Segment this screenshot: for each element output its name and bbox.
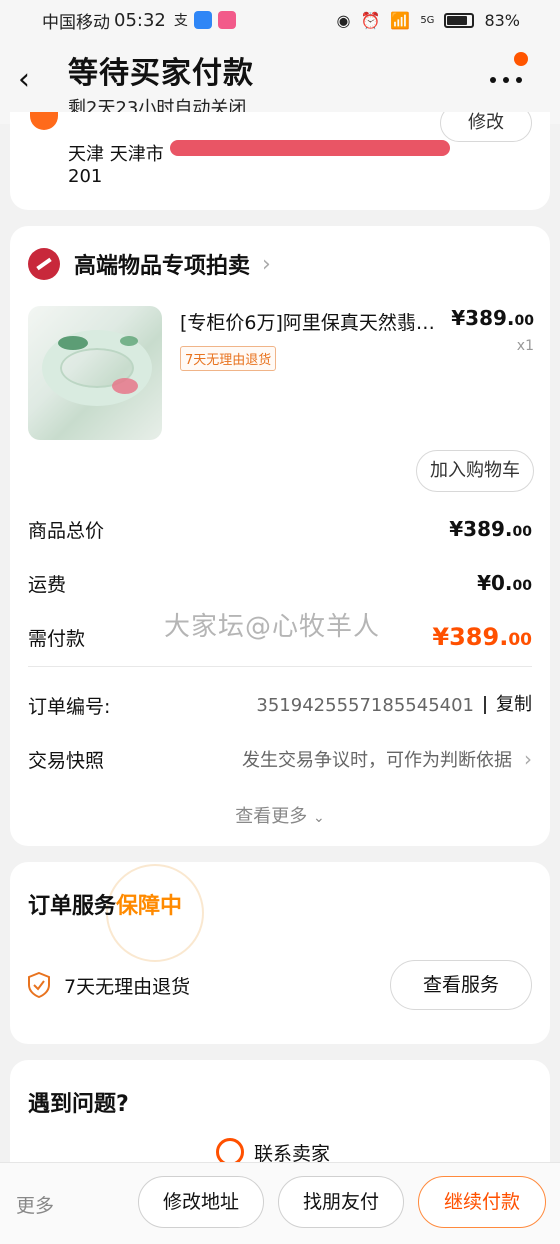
eye-icon: ◉ (336, 10, 351, 30)
chevron-right-icon: › (262, 251, 271, 277)
view-more-label: 查看更多 (235, 806, 308, 827)
view-more-button[interactable]: 查看更多 ⌄ (10, 802, 550, 828)
shop-header[interactable]: 高端物品专项拍卖 › (28, 248, 271, 280)
jade-fleck (112, 378, 138, 394)
product-quantity: x1 (516, 338, 534, 354)
shipping-decimal: 00 (512, 578, 532, 594)
address-line-2: 201 (68, 166, 103, 187)
amount-due-value: ¥389.00 (432, 623, 532, 651)
view-service-button[interactable]: 查看服务 (390, 960, 532, 1010)
shipping-label: 运费 (28, 573, 67, 596)
product-price: ¥389.00 (451, 306, 534, 330)
snapshot-row[interactable]: 交易快照 发生交易争议时，可作为判断依据 › (28, 744, 532, 774)
alarm-icon: ⏰ (360, 10, 381, 30)
address-line: 天津 天津市 (68, 144, 164, 165)
notification-icons: 支 (174, 10, 236, 30)
bottom-action-bar: 更多 修改地址 找朋友付 继续付款 (0, 1162, 560, 1244)
chevron-down-icon: ⌄ (313, 810, 325, 826)
subtotal-label: 商品总价 (28, 519, 105, 542)
divider (28, 666, 532, 667)
snapshot-hint: 发生交易争议时，可作为判断依据 (242, 750, 512, 771)
continue-payment-button[interactable]: 继续付款 (418, 1176, 546, 1228)
ask-friend-pay-button[interactable]: 找朋友付 (278, 1176, 404, 1228)
amount-due-row: 需付款 ¥389.00 (28, 622, 532, 652)
amount-due-label: 需付款 (28, 627, 86, 650)
order-number-label: 订单编号: (28, 695, 111, 718)
shipping-value: ¥0.00 (477, 571, 532, 595)
redaction-mark (170, 140, 450, 156)
address-card[interactable]: 修改 天津 天津市 201 (10, 112, 550, 210)
more-dot-icon (503, 77, 509, 83)
change-address-button[interactable]: 修改地址 (138, 1176, 264, 1228)
subtotal-row: 商品总价 ¥389.00 (28, 514, 532, 544)
service-item: 7天无理由退货 (64, 976, 191, 998)
app-notification-icon-2 (217, 11, 236, 29)
chevron-right-icon: › (524, 747, 532, 771)
shield-icon (28, 972, 50, 998)
more-dot-icon (516, 77, 522, 83)
carrier-label: 中国移动 (42, 12, 110, 33)
back-icon[interactable]: ‹ (18, 60, 50, 100)
edit-address-button[interactable]: 修改 (440, 112, 532, 142)
subtotal-decimal: 00 (512, 524, 532, 540)
order-number: 3519425557185545401 (256, 694, 474, 716)
jade-fleck (58, 336, 88, 350)
page-title: 等待买家付款 (68, 56, 254, 91)
battery-icon (444, 12, 475, 28)
order-service-card: 订单服务保障中 7天无理由退货 查看服务 (10, 862, 550, 1044)
order-number-row: 订单编号: 3519425557185545401 复制 (28, 690, 532, 720)
amount-due-main: ¥389. (432, 623, 509, 651)
shop-name: 高端物品专项拍卖 (74, 254, 251, 279)
price-decimal: 00 (514, 313, 534, 329)
shipping-main: ¥0. (477, 571, 513, 595)
alipay-icon: 支 (173, 13, 188, 29)
more-button[interactable]: 更多 (16, 1191, 54, 1218)
subtotal-value: ¥389.00 (449, 517, 532, 541)
return-policy-tag: 7天无理由退货 (180, 346, 277, 371)
order-card: 高端物品专项拍卖 › [专柜价6万]阿里保真天然翡翠手镯 7天无理由退货 ¥38… (10, 226, 550, 846)
network-label: 5G (420, 14, 435, 26)
service-status: 保障中 (116, 894, 183, 919)
notification-dot (514, 52, 528, 66)
service-title-text: 订单服务 (28, 894, 117, 919)
more-options-button[interactable] (490, 52, 530, 92)
help-title: 遇到问题? (28, 1092, 129, 1117)
location-icon (30, 112, 58, 130)
shop-logo-icon (28, 248, 60, 280)
battery-percent: 83% (484, 10, 520, 30)
snapshot-label: 交易快照 (28, 749, 105, 772)
status-bar: 中国移动 05:32 支 ◉ ⏰ 📶 5G 83% (0, 0, 560, 40)
shipping-row: 运费 ¥0.00 (28, 568, 532, 598)
product-title[interactable]: [专柜价6万]阿里保真天然翡翠手镯 (180, 308, 440, 335)
wifi-icon: 📶 (390, 10, 411, 30)
app-notification-icon (193, 11, 212, 29)
clock: 05:32 (114, 9, 166, 31)
copy-button[interactable]: 复制 (484, 696, 532, 714)
subtotal-main: ¥389. (449, 517, 513, 541)
service-title: 订单服务保障中 (28, 888, 182, 920)
jade-fleck (120, 336, 138, 346)
add-to-cart-button[interactable]: 加入购物车 (416, 450, 534, 492)
more-dot-icon (490, 77, 496, 83)
amount-due-decimal: 00 (508, 630, 532, 650)
price-main: ¥389. (451, 306, 515, 330)
product-image[interactable] (28, 306, 162, 440)
